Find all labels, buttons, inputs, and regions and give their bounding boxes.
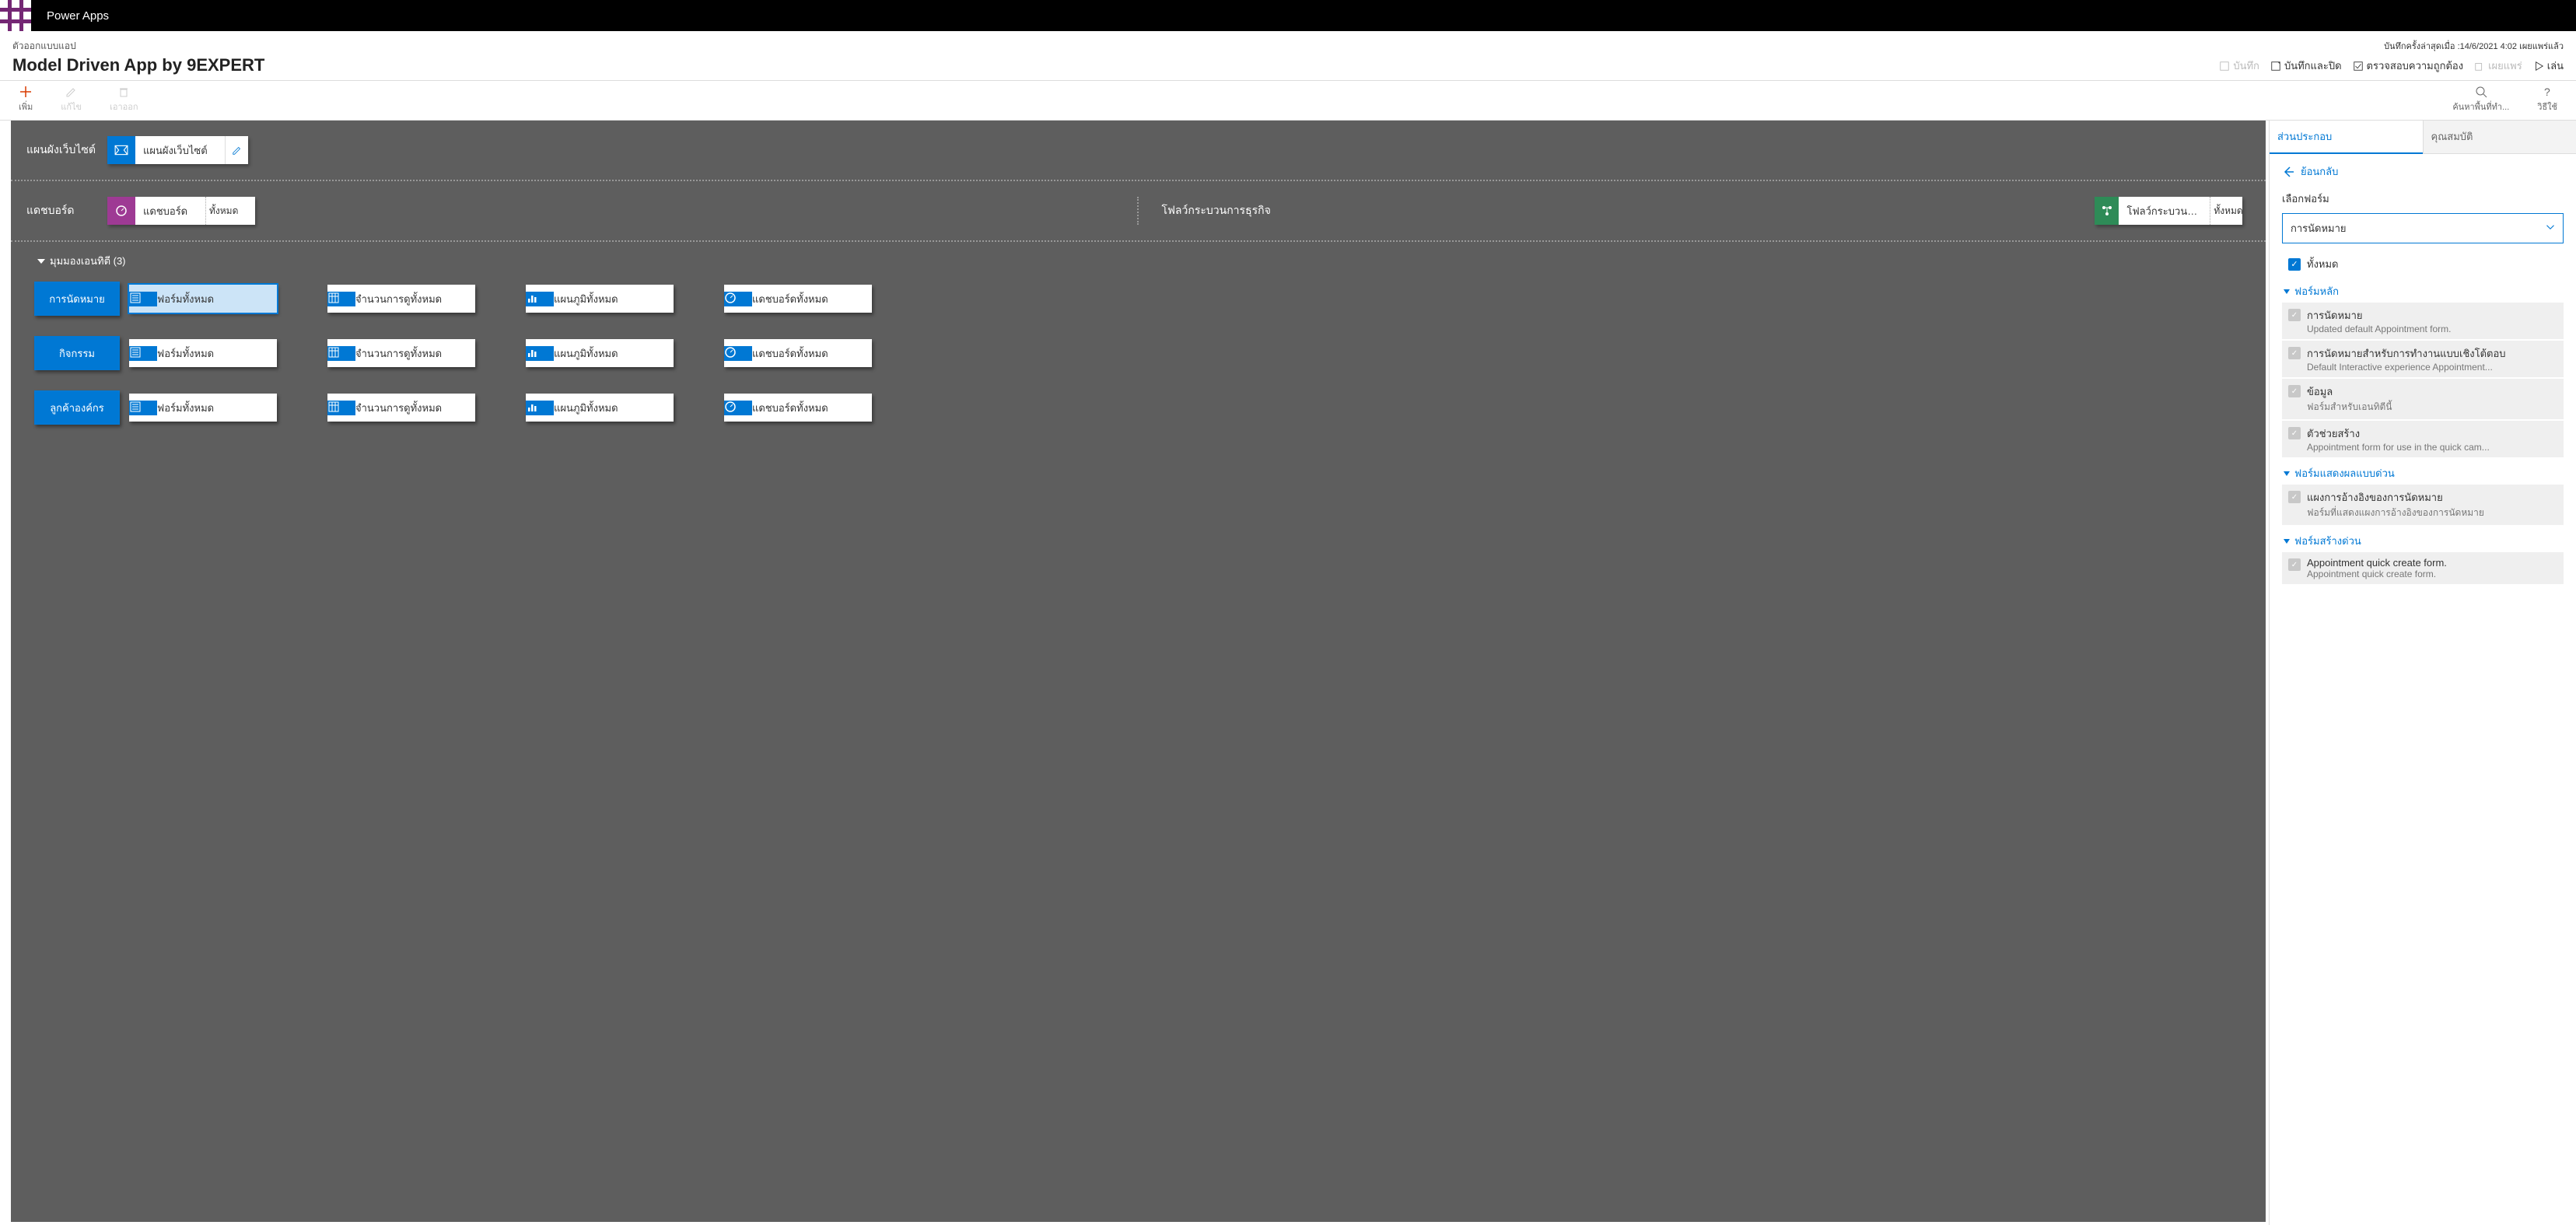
- dashboard-label: แดชบอร์ด: [26, 202, 96, 219]
- entity-tile[interactable]: กิจกรรม: [34, 336, 120, 370]
- group-quick-view-forms[interactable]: ฟอร์มแสดงผลแบบด่วน: [2284, 465, 2562, 481]
- dash-icon: [724, 401, 752, 415]
- add-button[interactable]: เพิ่ม: [19, 86, 33, 114]
- form-icon: [129, 401, 157, 415]
- remove-button: เอาออก: [110, 86, 138, 114]
- checkbox-checked-icon: ✓: [2288, 258, 2301, 271]
- product-name: Power Apps: [31, 9, 109, 23]
- validate-button[interactable]: ตรวจสอบความถูกต้อง: [2353, 58, 2464, 74]
- topbar: Power Apps: [0, 0, 2576, 31]
- checkbox-disabled-icon: ✓: [2288, 309, 2301, 321]
- caret-down-icon: [37, 259, 45, 264]
- entity-dash-tile[interactable]: แดชบอร์ด ทั้งหมด: [724, 285, 872, 313]
- bpf-label: โฟลว์กระบวนการธุรกิจ: [1139, 202, 2084, 219]
- form-icon: [129, 346, 157, 361]
- save-button: บันทึก: [2219, 58, 2259, 74]
- save-close-button[interactable]: บันทึกและปิด: [2270, 58, 2342, 74]
- group-quick-create-forms[interactable]: ฟอร์มสร้างด่วน: [2284, 533, 2562, 549]
- sitemap-tile[interactable]: แผนผังเว็บไซต์: [107, 136, 248, 164]
- tab-components[interactable]: ส่วนประกอบ: [2270, 121, 2423, 154]
- entity-chart-tile[interactable]: แผนภูมิ ทั้งหมด: [526, 285, 674, 313]
- svg-text:?: ?: [2544, 86, 2550, 98]
- entity-view-tile[interactable]: จำนวนการดู ทั้งหมด: [327, 285, 475, 313]
- chart-icon: [526, 292, 554, 306]
- entity-chart-tile[interactable]: แผนภูมิ ทั้งหมด: [526, 339, 674, 367]
- tab-properties[interactable]: คุณสมบัติ: [2423, 121, 2576, 154]
- select-form-label: เลือกฟอร์ม: [2282, 191, 2564, 207]
- checkbox-disabled-icon: ✓: [2288, 491, 2301, 503]
- view-icon: [327, 401, 355, 415]
- entity-form-tile[interactable]: ฟอร์ม ทั้งหมด: [129, 339, 277, 367]
- entity-dash-tile[interactable]: แดชบอร์ด ทั้งหมด: [724, 339, 872, 367]
- form-list-item[interactable]: ✓ การนัดหมายสำหรับการทำงานแบบเชิงโต้ตอบD…: [2282, 341, 2564, 377]
- entity-dash-tile[interactable]: แดชบอร์ด ทั้งหมด: [724, 394, 872, 422]
- checkbox-disabled-icon: ✓: [2288, 427, 2301, 439]
- entity-tile[interactable]: ลูกค้าองค์กร: [34, 390, 120, 425]
- entity-chart-tile[interactable]: แผนภูมิ ทั้งหมด: [526, 394, 674, 422]
- checkbox-disabled-icon: ✓: [2288, 347, 2301, 359]
- help-button[interactable]: ? วิธีใช้: [2537, 86, 2557, 114]
- checkbox-disabled-icon: ✓: [2288, 558, 2301, 571]
- view-icon: [327, 292, 355, 306]
- last-saved-label: บันทึกครั้งล่าสุดเมื่อ :14/6/2021 4:02 เ…: [2219, 39, 2564, 53]
- form-list-item[interactable]: ✓ ข้อมูลฟอร์มสำหรับเอนทิตีนี้: [2282, 379, 2564, 419]
- properties-panel: ส่วนประกอบ คุณสมบัติ ย้อนกลับ เลือกฟอร์ม…: [2269, 121, 2576, 1225]
- sitemap-icon: [107, 136, 135, 164]
- chart-icon: [526, 346, 554, 361]
- search-button[interactable]: ค้นหาพื้นที่ทำ...: [2452, 86, 2509, 114]
- dash-icon: [724, 346, 752, 361]
- form-list-item[interactable]: ✓ การนัดหมายUpdated default Appointment …: [2282, 303, 2564, 339]
- app-launcher-icon[interactable]: [0, 0, 31, 31]
- design-canvas[interactable]: แผนผังเว็บไซต์ แผนผังเว็บไซต์: [11, 121, 2266, 1222]
- checkbox-disabled-icon: ✓: [2288, 385, 2301, 397]
- sitemap-label: แผนผังเว็บไซต์: [26, 142, 96, 159]
- entity-form-tile[interactable]: ฟอร์ม ทั้งหมด: [129, 394, 277, 422]
- sitemap-edit-icon[interactable]: [225, 136, 248, 164]
- back-button[interactable]: ย้อนกลับ: [2282, 163, 2564, 180]
- form-list-item[interactable]: ✓ Appointment quick create form.Appointm…: [2282, 552, 2564, 584]
- dashboard-tile[interactable]: แดชบอร์ด ทั้งหมด: [107, 197, 255, 225]
- form-list-item[interactable]: ✓ ตัวช่วยสร้างAppointment form for use i…: [2282, 421, 2564, 457]
- form-icon: [129, 292, 157, 306]
- flow-icon: [2095, 197, 2119, 225]
- edit-button: แก้ไข: [61, 86, 82, 114]
- chevron-down-icon: [2546, 222, 2555, 234]
- bpf-tile[interactable]: โฟลว์กระบวนการ... ทั้งหมด: [2095, 197, 2242, 225]
- chart-icon: [526, 401, 554, 415]
- group-main-forms[interactable]: ฟอร์มหลัก: [2284, 283, 2562, 299]
- view-icon: [327, 346, 355, 361]
- publish-button: เผยแพร่: [2474, 58, 2522, 74]
- toolbar: เพิ่ม แก้ไข เอาออก ค้นหาพื้นที่ทำ... ? ว…: [0, 81, 2576, 121]
- entity-dropdown[interactable]: การนัดหมาย: [2282, 213, 2564, 243]
- entity-form-tile[interactable]: ฟอร์ม ทั้งหมด: [129, 285, 277, 313]
- entity-view-tile[interactable]: จำนวนการดู ทั้งหมด: [327, 339, 475, 367]
- page-title: Model Driven App by 9EXPERT: [12, 55, 264, 75]
- entity-views-header[interactable]: มุมมองเอนทิตี (3): [11, 242, 2266, 277]
- form-list-item[interactable]: ✓ แผงการอ้างอิงของการนัดหมายฟอร์มที่แสดง…: [2282, 485, 2564, 525]
- breadcrumb: ตัวออกแบบแอป: [12, 39, 264, 54]
- dash-icon: [724, 292, 752, 306]
- all-checkbox-row[interactable]: ✓ ทั้งหมด: [2282, 253, 2564, 275]
- entity-tile[interactable]: การนัดหมาย: [34, 282, 120, 316]
- dashboard-icon: [107, 197, 135, 225]
- header: ตัวออกแบบแอป Model Driven App by 9EXPERT…: [0, 31, 2576, 81]
- play-button[interactable]: เล่น: [2533, 58, 2564, 74]
- entity-view-tile[interactable]: จำนวนการดู ทั้งหมด: [327, 394, 475, 422]
